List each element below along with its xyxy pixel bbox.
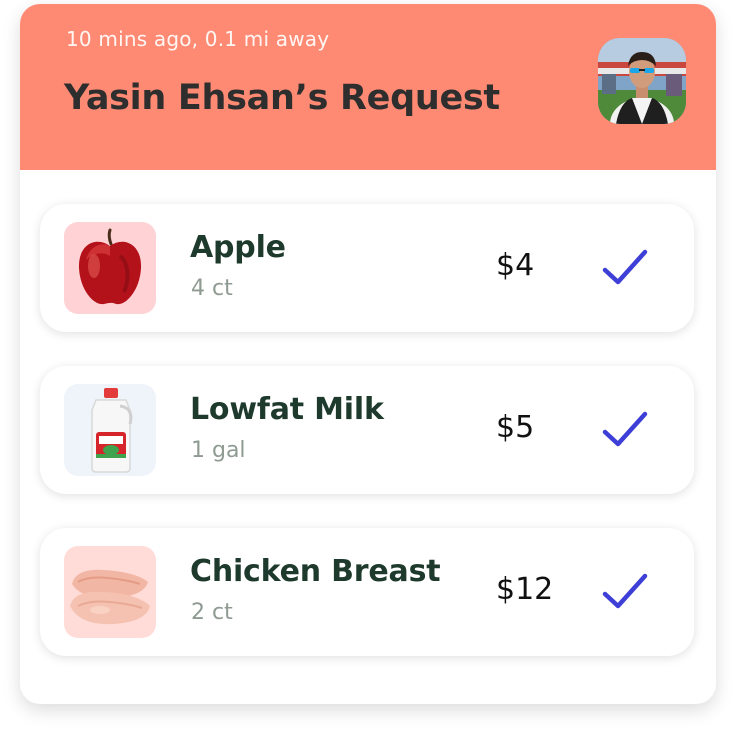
list-item[interactable]: Lowfat Milk 1 gal $5: [40, 366, 694, 494]
item-name: Chicken Breast: [190, 554, 441, 589]
request-header: 10 mins ago, 0.1 mi away Yasin Ehsan’s R…: [20, 4, 716, 170]
chicken-breast-image: [64, 546, 156, 638]
item-quantity: 1 gal: [191, 438, 246, 463]
request-card: 10 mins ago, 0.1 mi away Yasin Ehsan’s R…: [20, 4, 716, 704]
user-avatar[interactable]: [598, 38, 686, 124]
check-icon[interactable]: [600, 246, 650, 290]
apple-image: [64, 222, 156, 314]
item-price: $12: [496, 572, 554, 607]
item-name: Apple: [190, 230, 286, 265]
request-meta: 10 mins ago, 0.1 mi away: [66, 27, 330, 51]
item-quantity: 4 ct: [191, 276, 233, 301]
list-item[interactable]: Apple 4 ct $4: [40, 204, 694, 332]
avatar-photo-icon: [598, 38, 686, 124]
milk-jug-icon: [91, 388, 133, 473]
apple-icon: [78, 228, 142, 305]
check-icon[interactable]: [600, 408, 650, 452]
request-title: Yasin Ehsan’s Request: [64, 78, 500, 118]
check-icon[interactable]: [600, 570, 650, 614]
chicken-breast-icon: [70, 569, 150, 625]
item-quantity: 2 ct: [191, 600, 233, 625]
item-price: $5: [496, 410, 535, 445]
item-name: Lowfat Milk: [190, 392, 384, 427]
item-price: $4: [496, 248, 535, 283]
milk-jug-image: [64, 384, 156, 476]
list-item[interactable]: Chicken Breast 2 ct $12: [40, 528, 694, 656]
